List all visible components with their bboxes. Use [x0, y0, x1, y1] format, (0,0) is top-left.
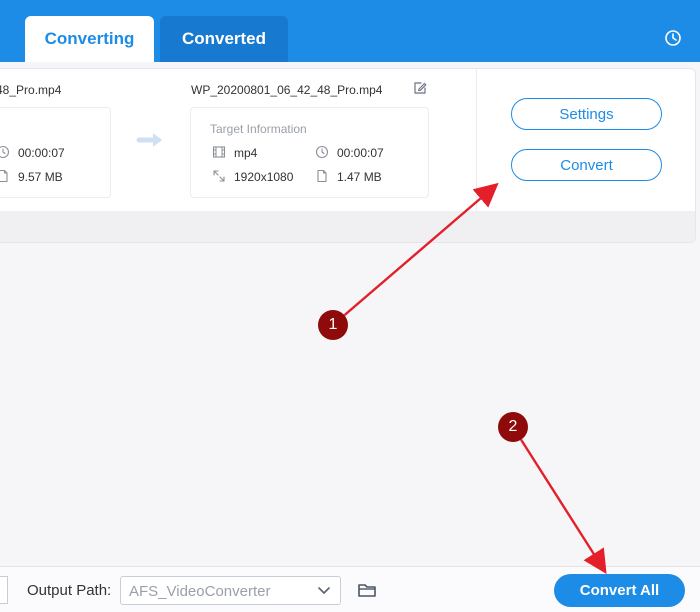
resize-icon	[213, 170, 225, 182]
output-path-select[interactable]: AFS_VideoConverter	[120, 576, 341, 605]
tab-converting[interactable]: Converting	[25, 16, 154, 62]
arrow-right-icon	[136, 133, 162, 147]
source-duration: 00:00:07	[18, 146, 65, 160]
annotation-marker-1: 1	[318, 310, 348, 340]
chevron-down-icon[interactable]	[317, 585, 331, 597]
tab-converted[interactable]: Converted	[160, 16, 288, 62]
source-size: 9.57 MB	[18, 170, 63, 184]
card-divider	[476, 69, 477, 211]
target-info-heading: Target Information	[210, 122, 307, 136]
target-size: 1.47 MB	[337, 170, 382, 184]
file-icon	[317, 169, 327, 183]
target-duration: 00:00:07	[337, 146, 384, 160]
annotation-marker-2: 2	[498, 412, 528, 442]
source-file-name: 48_Pro.mp4	[0, 83, 62, 97]
annotation-arrow-2	[511, 426, 607, 575]
clock-icon	[0, 145, 10, 159]
history-icon[interactable]	[664, 29, 682, 47]
output-path-value: AFS_VideoConverter	[129, 583, 271, 600]
target-file-name: WP_20200801_06_42_48_Pro.mp4	[191, 83, 383, 97]
folder-icon[interactable]	[357, 581, 377, 599]
convert-all-button[interactable]: Convert All	[554, 574, 685, 607]
target-format: mp4	[234, 146, 258, 160]
target-resolution: 1920x1080	[234, 170, 294, 184]
clock-icon	[315, 145, 329, 159]
partial-field[interactable]	[0, 576, 8, 604]
convert-button[interactable]: Convert	[511, 149, 662, 181]
film-icon	[212, 146, 226, 158]
file-icon	[0, 169, 8, 183]
card-footer	[0, 211, 695, 242]
edit-icon[interactable]	[412, 80, 428, 96]
settings-button[interactable]: Settings	[511, 98, 662, 130]
source-info-heading: n:	[0, 122, 1, 136]
output-path-label: Output Path:	[27, 582, 112, 599]
